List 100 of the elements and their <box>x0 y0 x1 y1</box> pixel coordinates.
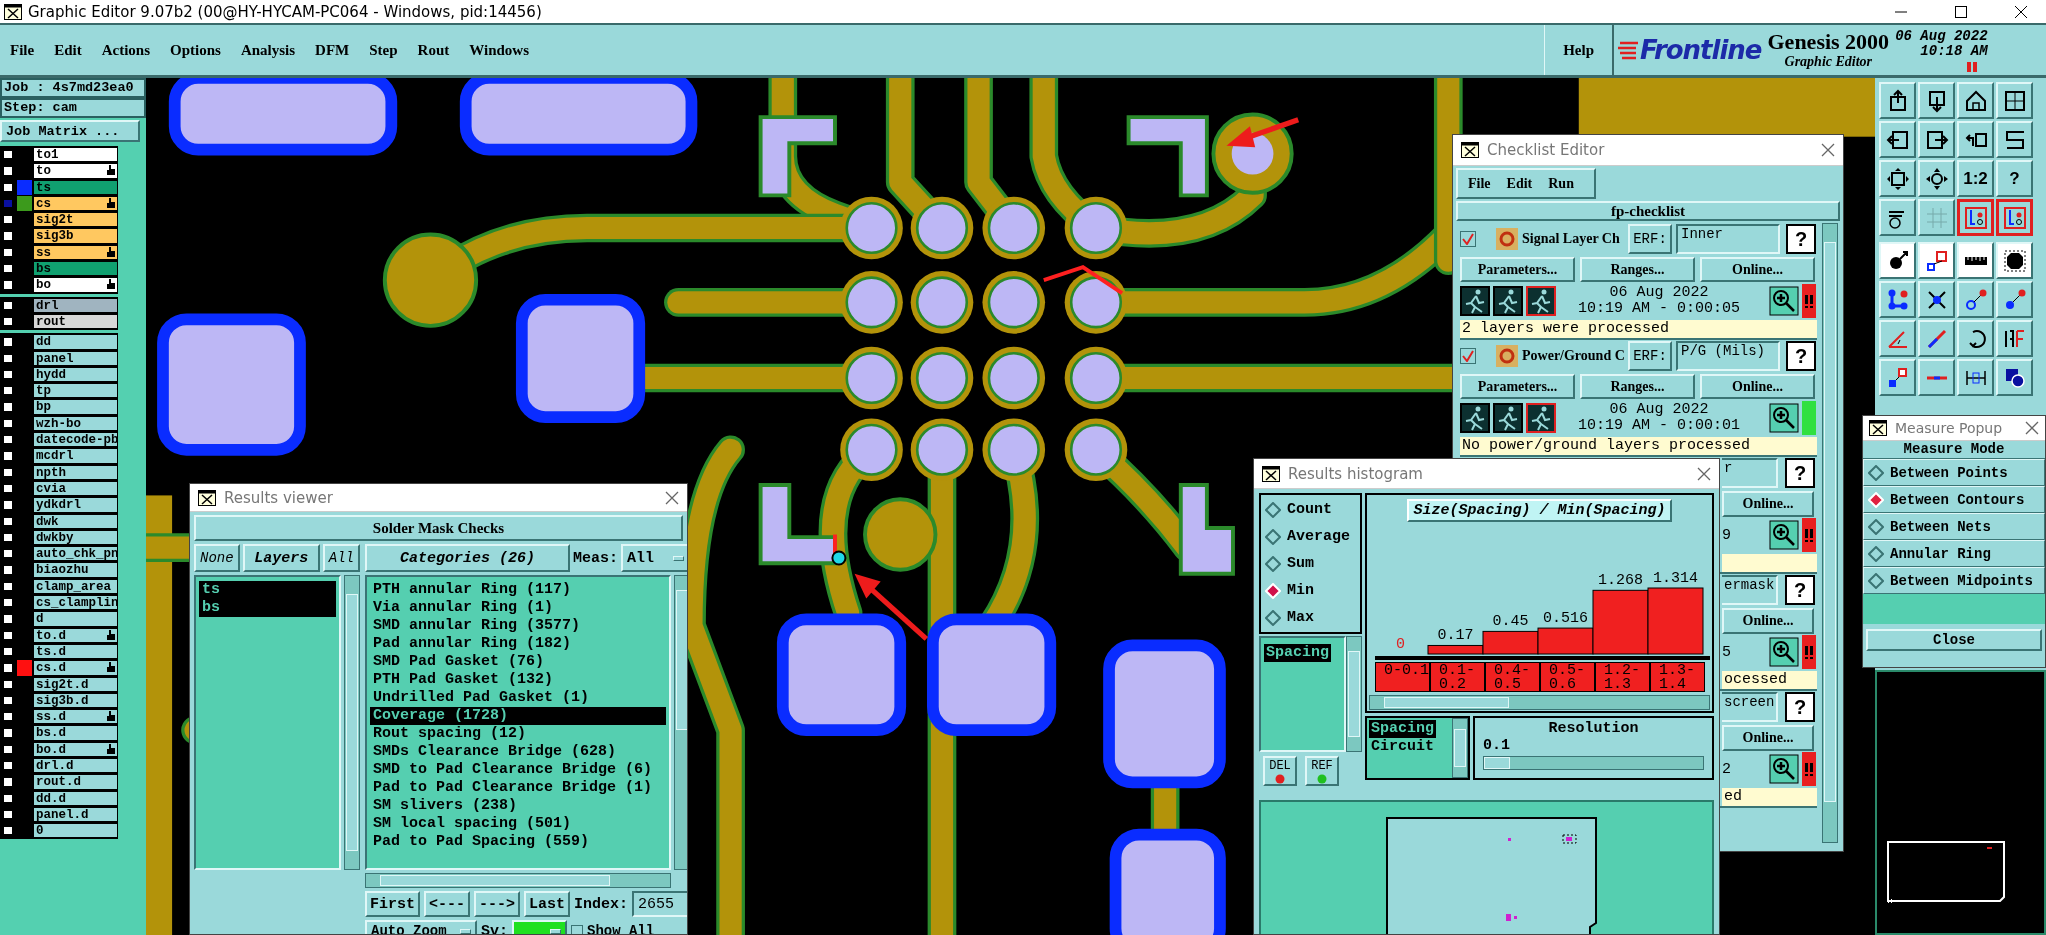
check-action-button[interactable]: Online... <box>1722 490 1814 517</box>
layer-filter-button[interactable]: All <box>322 544 360 572</box>
layer-checkbox[interactable] <box>2 434 14 446</box>
layer-name[interactable]: dd.d <box>33 790 118 806</box>
layer-checkbox[interactable] <box>2 466 14 478</box>
scrollbar[interactable] <box>344 575 360 870</box>
close-icon[interactable] <box>2014 4 2028 19</box>
run-icon[interactable] <box>1460 403 1490 434</box>
layer-name[interactable]: drl <box>33 297 118 313</box>
erf-field[interactable]: ermask <box>1722 575 1778 606</box>
check-action-button[interactable]: Online... <box>1722 724 1814 751</box>
measure-mode-option[interactable]: Between Points <box>1863 459 2045 486</box>
check-action-button[interactable]: Ranges... <box>1580 373 1695 400</box>
category-item[interactable]: SMD to Pad Clearance Bridge (6) <box>370 761 667 779</box>
histogram-bar[interactable] <box>1482 630 1539 655</box>
scrollbar[interactable] <box>1822 223 1838 843</box>
layer-checkbox[interactable] <box>2 597 14 609</box>
check-action-button[interactable]: Parameters... <box>1460 373 1575 400</box>
category-item[interactable]: SM slivers (238) <box>370 797 667 815</box>
layer-name[interactable]: ss.d <box>33 709 118 725</box>
menu-item[interactable]: Step <box>359 41 408 59</box>
layer-name[interactable]: to1 <box>33 147 118 163</box>
layer-checkbox[interactable] <box>2 214 14 226</box>
help-button[interactable]: ? <box>1785 692 1815 723</box>
attribute-item[interactable]: Spacing <box>1369 720 1436 738</box>
radio-button[interactable] <box>1868 572 1884 589</box>
scrollbar[interactable] <box>1452 718 1468 778</box>
erf-field[interactable]: r <box>1722 458 1778 489</box>
layer-checkbox[interactable] <box>2 181 14 193</box>
menu-item[interactable]: Rout <box>407 41 460 59</box>
layer-name[interactable]: cs_clamplin <box>33 595 118 611</box>
layer-name[interactable]: sig3b.d <box>33 692 118 709</box>
layer-checkbox[interactable] <box>2 662 14 674</box>
category-item[interactable]: SM local spacing (501) <box>370 815 667 833</box>
layer-name[interactable]: rout.d <box>33 774 118 790</box>
layer-checkbox[interactable] <box>2 564 14 576</box>
layer-name[interactable]: bs <box>33 261 118 277</box>
menu-item[interactable]: Edit <box>44 41 92 59</box>
index-field[interactable]: 2655 <box>632 891 687 917</box>
help-button[interactable]: ? <box>1786 341 1816 372</box>
layer-filter-button[interactable]: Layers <box>242 544 320 572</box>
layer-checkbox[interactable] <box>2 515 14 527</box>
checkbox[interactable] <box>1460 231 1476 248</box>
category-item[interactable]: Undrilled Pad Gasket (1) <box>370 689 667 707</box>
attribute-item[interactable]: Circuit <box>1369 738 1436 756</box>
layer-checkbox[interactable] <box>2 727 14 739</box>
layer-name[interactable]: to <box>33 163 118 179</box>
run-icon[interactable] <box>1460 286 1490 317</box>
job-matrix-button[interactable]: Job Matrix ... <box>0 120 140 142</box>
layer-name[interactable]: auto_chk_pn <box>33 546 118 562</box>
zoom-icon[interactable] <box>1769 520 1799 551</box>
layer-checkbox[interactable] <box>2 499 14 511</box>
erf-field[interactable]: screen <box>1722 692 1778 723</box>
measure-mode-option[interactable]: Between Midpoints <box>1863 567 2045 594</box>
scrollbar[interactable] <box>1346 636 1362 752</box>
slider-thumb[interactable] <box>1484 757 1511 769</box>
menu-item[interactable]: Run <box>1548 175 1574 192</box>
category-item[interactable]: Coverage (1728) <box>370 707 667 725</box>
radio-button[interactable] <box>1868 464 1884 481</box>
layer-checkbox[interactable] <box>2 165 14 177</box>
help-button[interactable]: ? <box>1785 458 1815 489</box>
categories-button[interactable]: Categories (26) <box>365 544 570 572</box>
refresh-button[interactable]: REF <box>1305 756 1339 786</box>
nav-button[interactable]: ---> <box>474 891 521 917</box>
erf-button[interactable]: ERF: <box>1628 224 1672 255</box>
category-item[interactable]: Pad annular Ring (182) <box>370 635 667 653</box>
layer-checkbox[interactable] <box>2 808 14 821</box>
erf-field[interactable]: Inner <box>1676 224 1780 255</box>
radio-button[interactable] <box>1868 545 1884 562</box>
layer-checkbox[interactable] <box>2 760 14 772</box>
erf-button[interactable]: ERF: <box>1628 341 1672 372</box>
scrollbar[interactable] <box>674 575 687 870</box>
layer-name[interactable]: rout <box>33 313 118 330</box>
layer-checkbox[interactable] <box>2 352 14 364</box>
radio-button[interactable] <box>1265 501 1281 518</box>
layer-checkbox[interactable] <box>2 315 14 328</box>
close-button[interactable]: Close <box>1866 629 2042 651</box>
layer-checkbox[interactable] <box>2 531 14 544</box>
check-action-button[interactable]: Online... <box>1700 373 1815 400</box>
layer-checkbox[interactable] <box>2 401 14 413</box>
layer-name[interactable]: bo <box>33 277 118 293</box>
layer-name[interactable]: panel.d <box>33 806 118 823</box>
layer-checkbox[interactable] <box>2 482 14 495</box>
layer-checkbox[interactable] <box>2 792 14 804</box>
delete-button[interactable]: DEL <box>1263 756 1297 786</box>
layer-name[interactable]: bo.d <box>33 741 118 757</box>
measure-mode-option[interactable]: Between Nets <box>1863 513 2045 540</box>
layer-name[interactable]: npth <box>33 464 118 480</box>
layer-name[interactable]: ss <box>33 244 118 261</box>
layer-item[interactable]: bs <box>199 599 336 617</box>
radio-button[interactable] <box>1265 609 1281 626</box>
erf-field[interactable]: P/G (Mils) <box>1676 341 1780 372</box>
layer-checkbox[interactable] <box>2 694 14 707</box>
layer-checkbox[interactable] <box>2 336 14 348</box>
tool-button[interactable]: ? <box>1996 160 2033 197</box>
menu-item[interactable]: Actions <box>91 41 160 59</box>
scrollbar[interactable] <box>1369 695 1710 710</box>
category-item[interactable]: SMD annular Ring (3577) <box>370 617 667 635</box>
run-icon[interactable] <box>1493 286 1523 317</box>
layer-name[interactable]: bs.d <box>33 725 118 741</box>
